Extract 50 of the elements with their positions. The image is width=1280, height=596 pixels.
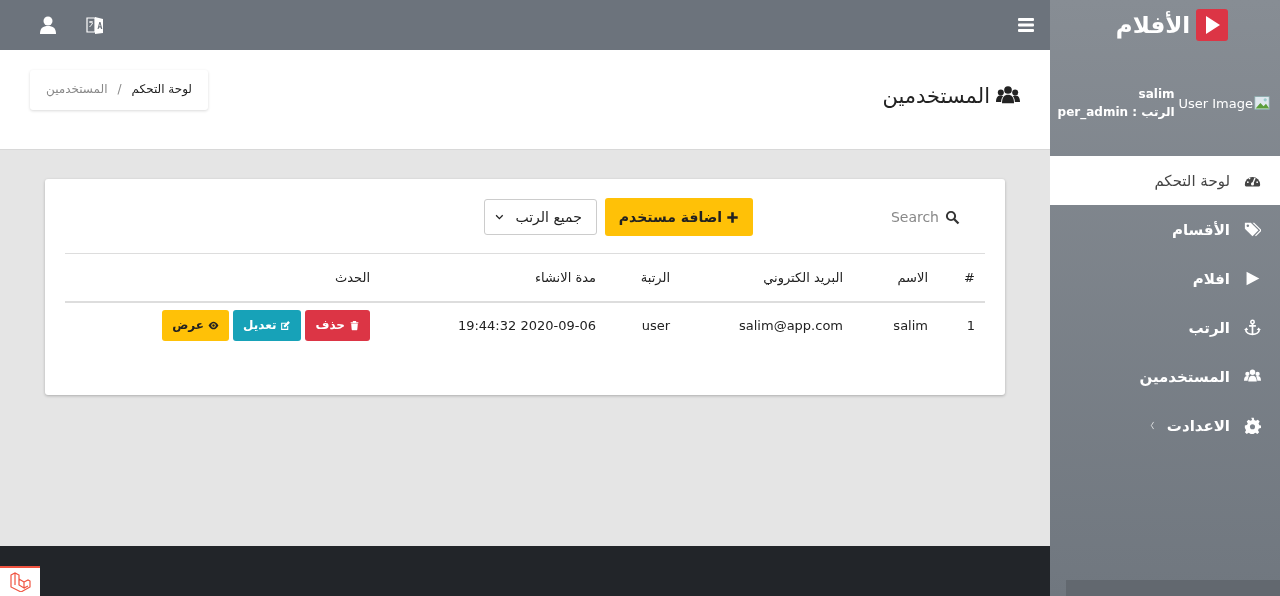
cube-logo-icon xyxy=(9,572,31,592)
user-icon xyxy=(38,15,58,35)
column-header: مدة الانشاء xyxy=(380,253,606,302)
anchor-icon xyxy=(1244,319,1261,336)
table-cell: salim xyxy=(893,317,928,333)
sidebar-item[interactable]: الاعدادت xyxy=(1050,401,1280,450)
image-alt-text: User Image xyxy=(1178,95,1253,111)
breadcrumb-item: المستخدمين xyxy=(46,82,108,96)
translate-icon xyxy=(85,15,105,35)
breadcrumb-item[interactable]: لوحة التحكم xyxy=(131,82,193,96)
play-logo-icon xyxy=(1196,9,1229,41)
table-cell: 2020-09-06 19:44:32 xyxy=(457,317,596,333)
column-header: الاسم xyxy=(853,253,938,302)
trash-icon xyxy=(349,319,360,331)
column-header: الحدث xyxy=(65,253,380,302)
table-cell: 1 xyxy=(966,317,975,333)
sidebar-item[interactable]: المستخدمين xyxy=(1050,352,1280,401)
add-user-button[interactable]: اضافة مستخدم xyxy=(604,198,753,236)
eye-icon xyxy=(208,319,220,331)
delete-button[interactable]: حذف xyxy=(305,309,370,341)
plus-icon xyxy=(726,210,739,224)
user-name: salim xyxy=(1137,87,1175,101)
page-title: المستخدمين xyxy=(882,84,990,108)
play-icon xyxy=(1244,270,1261,287)
sidebar-item[interactable]: افلام xyxy=(1050,254,1280,303)
menu-icon xyxy=(1016,15,1036,35)
broken-image-icon xyxy=(1254,95,1270,111)
column-header: البريد الكتروني xyxy=(680,253,853,302)
sidebar-item[interactable]: الأقسام xyxy=(1050,205,1280,254)
sidebar-item[interactable]: لوحة التحكم xyxy=(1050,156,1280,205)
table-cell: user xyxy=(641,317,670,333)
language-button[interactable] xyxy=(85,15,105,35)
tags-icon xyxy=(1244,221,1261,238)
edit-icon xyxy=(280,319,292,331)
view-button[interactable]: عرض xyxy=(162,309,230,341)
sidebar-item[interactable]: الرتب xyxy=(1050,303,1280,352)
column-header: الرتبة xyxy=(606,253,680,302)
user-role: الرتب : per_admin xyxy=(1057,105,1175,119)
column-header: # xyxy=(938,253,985,302)
search-icon xyxy=(945,209,960,225)
settings-icon xyxy=(1244,417,1261,434)
users-icon xyxy=(1244,368,1261,385)
role-select[interactable]: جميع الرتب xyxy=(483,199,597,235)
brand-name[interactable]: الأفلام xyxy=(1115,12,1191,38)
table-cell: salim@app.com xyxy=(739,317,843,333)
edit-button[interactable]: تعديل xyxy=(233,309,302,341)
debug-bar-button[interactable] xyxy=(0,566,40,596)
breadcrumb-separator: / xyxy=(117,82,122,96)
menu-button[interactable] xyxy=(1016,15,1036,35)
user-button[interactable] xyxy=(38,15,58,35)
